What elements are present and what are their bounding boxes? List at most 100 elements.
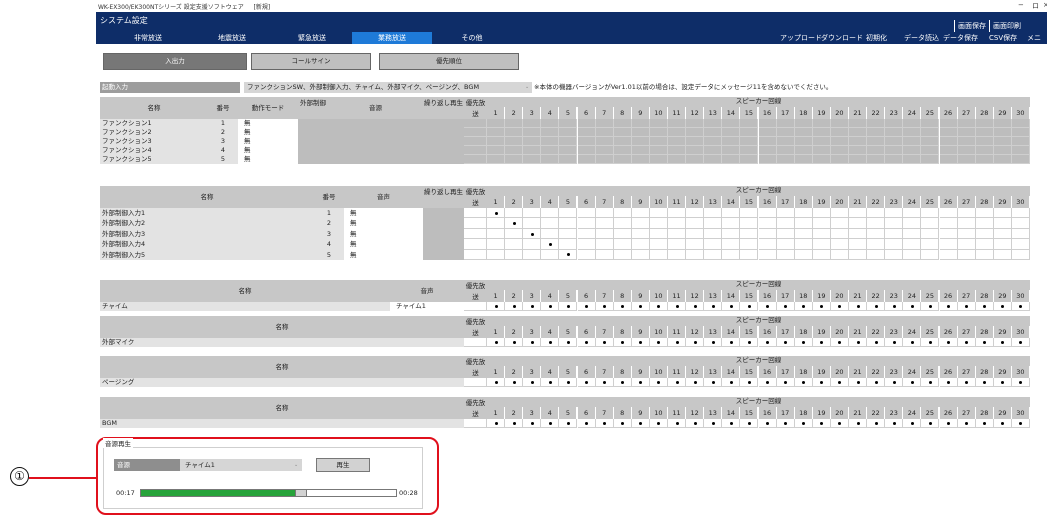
speaker-cell[interactable] [1011,228,1030,240]
table1-row-ext[interactable] [298,128,354,137]
speaker-cell[interactable] [523,146,542,155]
speaker-cell[interactable] [812,146,831,155]
speaker-cell[interactable] [939,208,958,219]
play-button[interactable]: 再生 [316,458,370,472]
speaker-cell[interactable] [631,218,650,229]
table1-row-rep[interactable] [423,137,464,146]
speaker-cell[interactable] [686,249,705,260]
table2-row-voice[interactable]: 無 [348,249,423,260]
speaker-cell[interactable] [704,119,723,128]
table2-row-rep[interactable] [423,239,464,250]
header-top-button-2[interactable]: 画面印刷 [989,20,1021,32]
speaker-cell[interactable] [867,208,886,219]
speaker-cell[interactable] [993,137,1012,146]
speaker-cell[interactable] [559,218,578,229]
speaker-cell[interactable] [740,228,759,240]
speaker-cell[interactable] [885,137,904,146]
speaker-cell[interactable] [505,128,524,137]
table1-row-rep[interactable] [423,119,464,128]
speaker-cell[interactable] [921,146,940,155]
speaker-cell[interactable] [776,137,795,146]
speaker-cell[interactable] [993,249,1012,260]
speaker-cell[interactable] [812,208,831,219]
speaker-cell[interactable] [595,228,614,240]
speaker-cell[interactable] [849,155,868,164]
speaker-cell[interactable] [686,155,705,164]
speaker-cell[interactable] [975,119,994,128]
speaker-cell[interactable] [541,137,560,146]
speaker-cell[interactable] [722,249,741,260]
speaker-cell[interactable] [812,119,831,128]
speaker-cell[interactable] [722,239,741,250]
speaker-cell[interactable] [867,128,886,137]
speaker-cell[interactable] [849,208,868,219]
table2-row-voice[interactable]: 無 [348,239,423,250]
speaker-cell[interactable] [794,208,813,219]
speaker-cell[interactable] [903,128,922,137]
header-button-3[interactable]: 初期化 [866,32,887,44]
speaker-cell[interactable] [505,137,524,146]
speaker-cell[interactable] [1011,128,1030,137]
speaker-cell[interactable] [903,228,922,240]
speaker-cell[interactable] [975,249,994,260]
speaker-cell[interactable] [1011,218,1030,229]
speaker-cell[interactable] [957,137,976,146]
speaker-cell[interactable] [830,146,849,155]
speaker-cell[interactable] [740,146,759,155]
subtab-1[interactable]: 入出力 [103,53,247,70]
speaker-cell[interactable] [559,155,578,164]
speaker-cell[interactable] [849,128,868,137]
speaker-cell[interactable] [975,137,994,146]
speaker-cell[interactable] [885,119,904,128]
maximize-icon[interactable]: ロ [1032,1,1039,11]
speaker-cell[interactable] [487,137,506,146]
speaker-cell[interactable] [758,146,777,155]
speaker-cell[interactable] [921,119,940,128]
speaker-cell[interactable] [794,146,813,155]
speaker-cell[interactable] [631,119,650,128]
speaker-cell[interactable] [595,249,614,260]
table1-row-mode[interactable]: 無 [242,128,298,137]
speaker-cell[interactable] [704,137,723,146]
header-button-6[interactable]: CSV保存 [989,32,1017,44]
speaker-cell[interactable] [921,249,940,260]
speaker-cell[interactable] [975,239,994,250]
speaker-cell[interactable] [794,249,813,260]
speaker-cell[interactable] [541,155,560,164]
speaker-cell[interactable] [849,146,868,155]
table2-row-rep[interactable] [423,218,464,229]
t3-row-voice[interactable]: チャイム1 [394,302,464,311]
speaker-cell[interactable] [885,155,904,164]
speaker-cell[interactable] [776,155,795,164]
speaker-cell[interactable] [505,146,524,155]
speaker-cell[interactable] [849,249,868,260]
speaker-cell[interactable] [668,137,687,146]
speaker-cell[interactable] [975,208,994,219]
speaker-cell[interactable] [794,155,813,164]
speaker-cell[interactable] [885,146,904,155]
speaker-cell[interactable] [722,146,741,155]
speaker-cell[interactable] [631,239,650,250]
table1-row-mode[interactable]: 無 [242,119,298,128]
speaker-cell[interactable] [541,119,560,128]
speaker-cell[interactable] [794,128,813,137]
speaker-cell[interactable] [758,128,777,137]
speaker-cell[interactable] [577,218,596,229]
speaker-cell[interactable] [885,218,904,229]
speaker-cell[interactable] [559,239,578,250]
speaker-cell[interactable] [921,137,940,146]
speaker-cell[interactable] [487,155,506,164]
speaker-cell[interactable] [595,239,614,250]
speaker-cell[interactable] [758,249,777,260]
header-button-2[interactable]: ダウンロード [821,32,863,44]
speaker-cell[interactable] [758,119,777,128]
speaker-cell[interactable] [939,128,958,137]
speaker-cell[interactable] [776,208,795,219]
speaker-cell[interactable] [975,128,994,137]
speaker-cell[interactable] [686,239,705,250]
speaker-cell[interactable] [577,249,596,260]
table1-row-rep[interactable] [423,155,464,164]
speaker-cell[interactable] [903,208,922,219]
speaker-cell[interactable] [595,218,614,229]
speaker-cell[interactable] [740,208,759,219]
